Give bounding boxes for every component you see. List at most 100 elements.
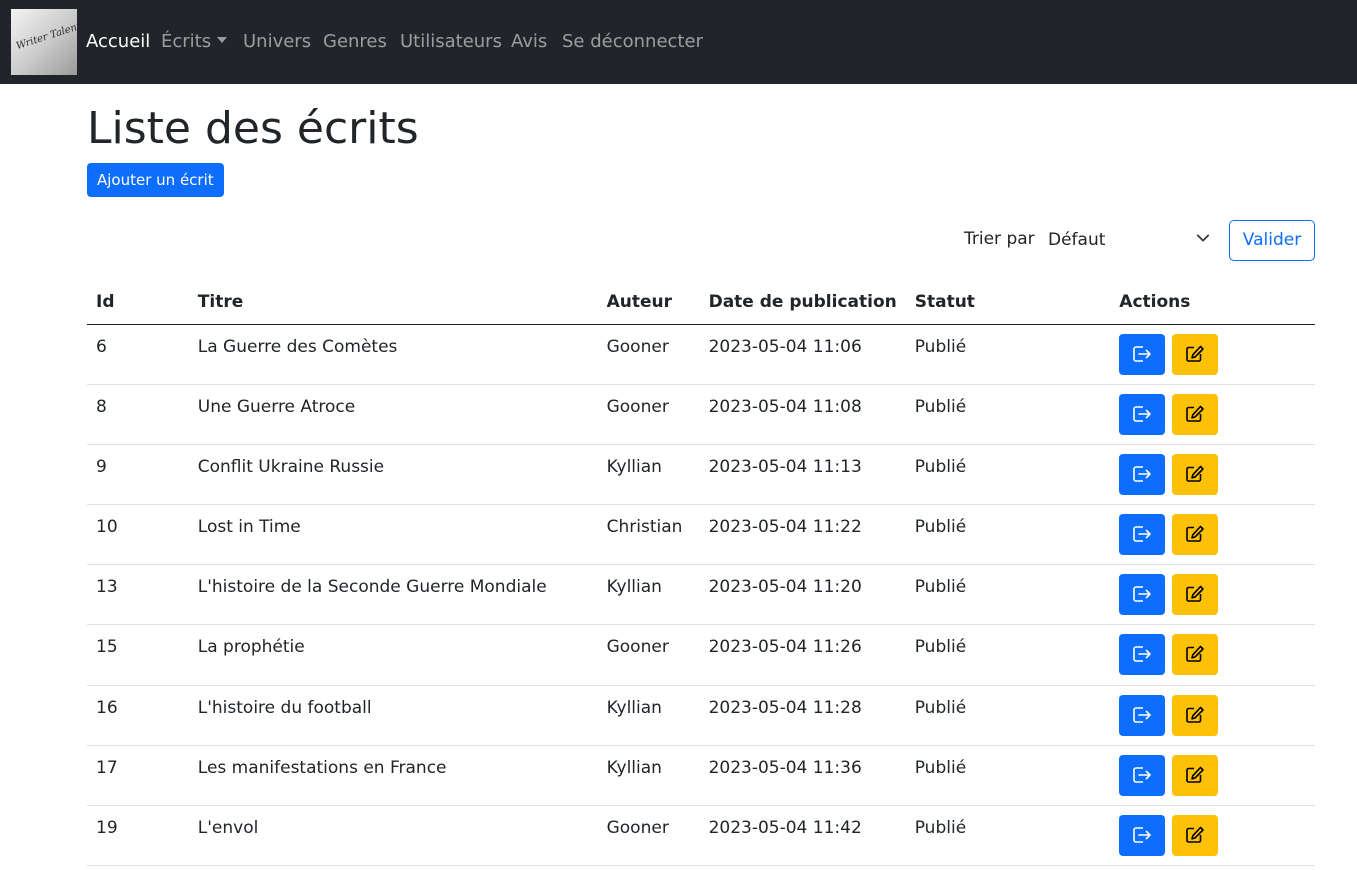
cell-actions xyxy=(1110,384,1315,445)
table-row: 16 L'histoire du football Kyllian 2023-05-0… xyxy=(87,685,1315,746)
cell-statut: Publié xyxy=(905,745,1111,807)
nav-link-logout[interactable]: Se déconnecter xyxy=(562,30,703,54)
sort-selected-value: Défaut xyxy=(1048,230,1106,250)
navbar: Writer Talent Accueil Écrits Univers Gen… xyxy=(0,0,1357,84)
view-ecrit-button[interactable] xyxy=(1119,574,1166,616)
cell-auteur: Christian xyxy=(597,504,700,566)
cell-id: 13 xyxy=(87,564,189,626)
sort-submit-button[interactable]: Valider xyxy=(1229,220,1315,261)
edit-ecrit-button[interactable] xyxy=(1171,333,1218,375)
cell-id: 6 xyxy=(87,324,189,385)
cell-date: 2023-05-04 11:08 xyxy=(699,384,906,445)
cell-date: 2023-05-04 11:22 xyxy=(699,504,906,566)
edit-ecrit-button[interactable] xyxy=(1171,815,1218,856)
cell-date: 2023-05-04 11:42 xyxy=(699,805,906,867)
nav-link-univers[interactable]: Univers xyxy=(243,30,311,54)
view-ecrit-button[interactable] xyxy=(1119,393,1166,435)
cell-titre: Conflit Ukraine Russie xyxy=(188,444,598,506)
cell-date: 2023-05-04 11:26 xyxy=(699,624,906,686)
nav-dropdown-ecrits[interactable]: Écrits xyxy=(161,30,228,54)
cell-date: 2023-05-04 11:13 xyxy=(699,444,906,506)
header-id: Id xyxy=(87,280,189,325)
table-row: 9 Conflit Ukraine Russie Kyllian 2023-05-04… xyxy=(87,444,1315,506)
cell-id: 15 xyxy=(87,624,189,686)
cell-statut: Publié xyxy=(905,504,1111,566)
header-titre: Titre xyxy=(188,280,598,325)
cell-id: 9 xyxy=(87,444,189,506)
view-ecrit-button[interactable] xyxy=(1119,815,1166,856)
cell-titre: L'histoire de la Seconde Guerre Mondiale xyxy=(188,564,598,626)
view-ecrit-button[interactable] xyxy=(1119,333,1166,375)
edit-ecrit-button[interactable] xyxy=(1171,694,1218,736)
view-ecrit-button[interactable] xyxy=(1119,453,1166,495)
table-row: 10 Lost in Time Christian 2023-05-04 11:22 P… xyxy=(87,504,1315,566)
cell-actions xyxy=(1110,324,1315,385)
view-ecrit-button[interactable] xyxy=(1119,694,1166,736)
view-ecrit-button[interactable] xyxy=(1119,514,1166,556)
edit-ecrit-button[interactable] xyxy=(1171,393,1218,435)
table-row: 15 La prophétie Gooner 2023-05-04 11:26 Publ… xyxy=(87,624,1315,686)
table-row: 8 Une Guerre Atroce Gooner 2023-05-04 11:08… xyxy=(87,384,1315,445)
table-row: 19 L'envol Gooner 2023-05-04 11:42 Publié xyxy=(87,805,1315,867)
cell-actions xyxy=(1110,745,1315,807)
view-ecrit-button[interactable] xyxy=(1119,634,1166,676)
cell-date: 2023-05-04 11:20 xyxy=(699,564,906,626)
cell-id: 17 xyxy=(87,745,189,807)
edit-ecrit-button[interactable] xyxy=(1171,453,1218,495)
nav-link-ecrits-label: Écrits xyxy=(161,31,212,52)
brand-logo[interactable]: Writer Talent xyxy=(11,9,77,75)
cell-actions xyxy=(1110,504,1315,566)
cell-actions xyxy=(1110,564,1315,626)
nav-link-genres[interactable]: Genres xyxy=(323,30,387,54)
page-title: Liste des écrits xyxy=(87,103,419,154)
logo-text: Writer Talent xyxy=(14,20,77,53)
header-auteur: Auteur xyxy=(597,280,700,325)
cell-auteur: Gooner xyxy=(597,324,700,385)
cell-auteur: Kyllian xyxy=(597,564,700,626)
cell-actions xyxy=(1110,444,1315,506)
table-row: 6 La Guerre des Comètes Gooner 2023-05-04 1… xyxy=(87,324,1315,385)
cell-id: 8 xyxy=(87,384,189,445)
cell-titre: L'envol xyxy=(188,805,598,867)
chevron-down-icon xyxy=(1196,234,1210,242)
cell-statut: Publié xyxy=(905,324,1111,385)
cell-statut: Publié xyxy=(905,564,1111,626)
cell-id: 16 xyxy=(87,685,189,746)
edit-ecrit-button[interactable] xyxy=(1171,514,1218,556)
cell-titre: La prophétie xyxy=(188,624,598,686)
ecrits-table: Id Titre Auteur Date de publication Stat… xyxy=(87,280,1315,867)
cell-titre: La Guerre des Comètes xyxy=(188,324,598,385)
cell-id: 10 xyxy=(87,504,189,566)
cell-auteur: Gooner xyxy=(597,805,700,867)
cell-auteur: Kyllian xyxy=(597,685,700,746)
cell-statut: Publié xyxy=(905,624,1111,686)
cell-actions xyxy=(1110,805,1315,867)
nav-link-avis[interactable]: Avis xyxy=(511,30,547,54)
view-ecrit-button[interactable] xyxy=(1119,754,1166,796)
cell-date: 2023-05-04 11:36 xyxy=(699,745,906,807)
sort-select[interactable]: Défaut xyxy=(1040,222,1220,258)
cell-titre: Une Guerre Atroce xyxy=(188,384,598,445)
cell-statut: Publié xyxy=(905,685,1111,746)
add-ecrit-button[interactable]: Ajouter un écrit xyxy=(87,163,224,197)
table-row: 17 Les manifestations en France Kyllian 202… xyxy=(87,745,1315,807)
cell-statut: Publié xyxy=(905,805,1111,867)
cell-statut: Publié xyxy=(905,384,1111,445)
edit-ecrit-button[interactable] xyxy=(1171,754,1218,796)
edit-ecrit-button[interactable] xyxy=(1171,574,1218,616)
cell-date: 2023-05-04 11:06 xyxy=(699,324,906,385)
table-row: 13 L'histoire de la Seconde Guerre Mondia… xyxy=(87,564,1315,626)
cell-actions xyxy=(1110,685,1315,746)
cell-id: 19 xyxy=(87,805,189,867)
sort-label: Trier par xyxy=(964,229,1035,249)
nav-link-utilisateurs[interactable]: Utilisateurs xyxy=(400,30,502,54)
cell-auteur: Gooner xyxy=(597,624,700,686)
table-header-row: Id Titre Auteur Date de publication Stat… xyxy=(87,280,1315,325)
nav-link-accueil[interactable]: Accueil xyxy=(86,30,150,54)
cell-titre: Lost in Time xyxy=(188,504,598,566)
header-date: Date de publication xyxy=(699,280,906,325)
header-actions: Actions xyxy=(1110,280,1315,325)
edit-ecrit-button[interactable] xyxy=(1171,634,1218,676)
caret-down-icon xyxy=(217,37,228,43)
cell-auteur: Gooner xyxy=(597,384,700,445)
